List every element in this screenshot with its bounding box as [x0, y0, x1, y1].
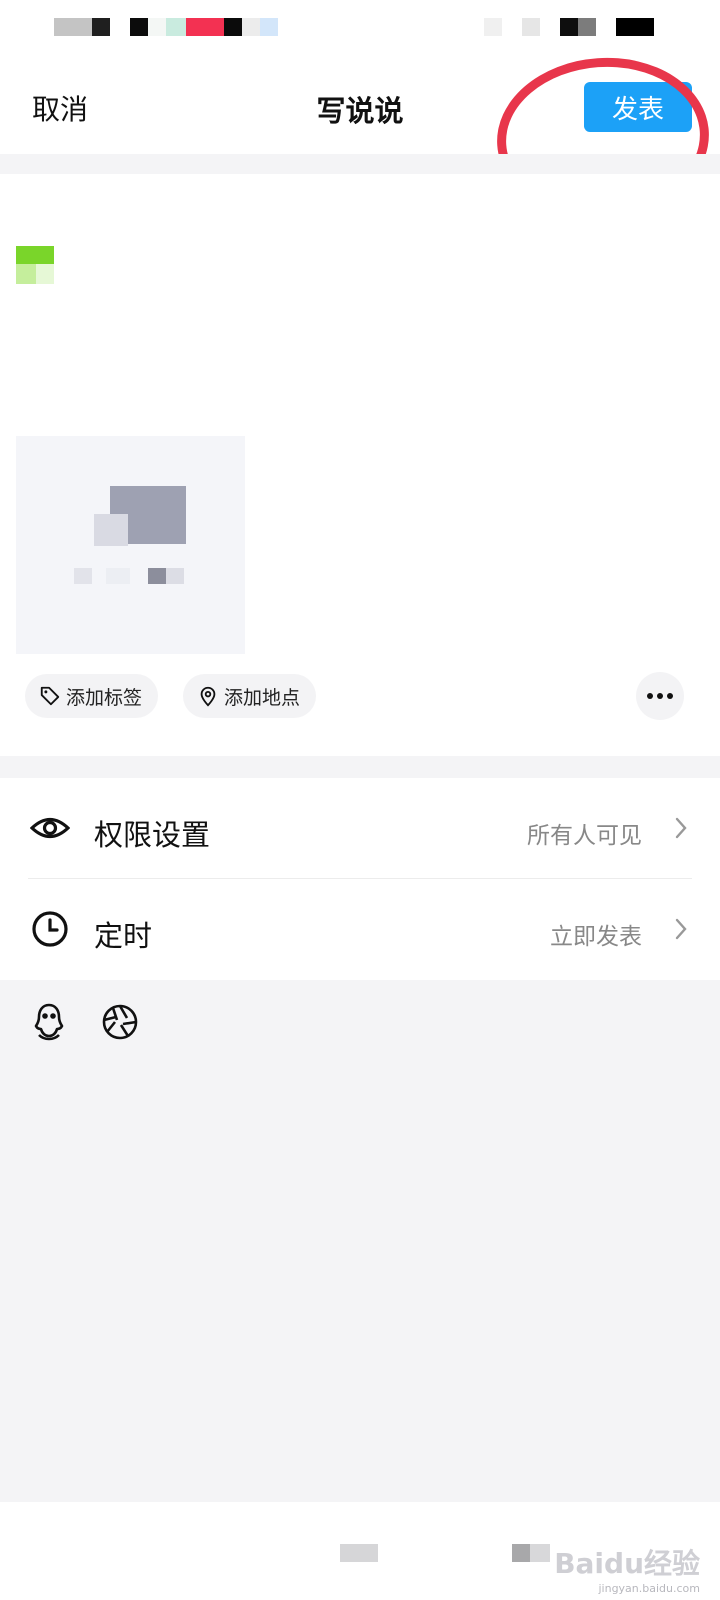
location-pin-icon [200, 686, 216, 707]
chip-label: 添加地点 [224, 686, 301, 709]
permission-label: 权限设置 [94, 818, 211, 852]
status-block [578, 18, 596, 36]
status-block [484, 18, 502, 36]
aperture-icon[interactable] [101, 1002, 139, 1042]
eye-icon [30, 817, 70, 839]
status-block [186, 18, 224, 36]
share-options [0, 980, 720, 1500]
add-location-button[interactable]: 添加地点 [183, 674, 317, 718]
status-block [560, 18, 578, 36]
more-options-button[interactable] [636, 672, 684, 720]
qq-penguin-icon[interactable] [32, 1002, 66, 1042]
settings-list: 权限设置 所有人可见 定时 立即发表 [0, 778, 720, 980]
status-block [616, 18, 654, 36]
status-block [54, 18, 92, 36]
timer-value: 立即发表 [550, 924, 642, 950]
status-block [92, 18, 110, 36]
more-dots-icon [645, 693, 675, 699]
add-tag-button[interactable]: 添加标签 [25, 674, 159, 718]
watermark-url: jingyan.baidu.com [598, 1582, 700, 1595]
timer-label: 定时 [94, 919, 153, 953]
permission-value: 所有人可见 [527, 823, 642, 849]
timer-row[interactable]: 定时 立即发表 [0, 879, 720, 979]
watermark: Baidu经验 [554, 1547, 700, 1580]
chip-label: 添加标签 [66, 686, 143, 709]
bottom-bar: Baidu经验 jingyan.baidu.com [0, 1502, 720, 1600]
status-block [522, 18, 540, 36]
permission-settings-row[interactable]: 权限设置 所有人可见 [0, 778, 720, 878]
tag-icon [40, 686, 60, 706]
chevron-right-icon [675, 817, 687, 839]
status-block [166, 18, 186, 36]
avatar [16, 246, 54, 284]
post-editor[interactable]: 添加标签 添加地点 [0, 174, 720, 756]
status-block [130, 18, 148, 36]
clock-icon [32, 911, 68, 947]
status-block [260, 18, 278, 36]
section-gap [0, 154, 720, 174]
status-block [224, 18, 242, 36]
status-block [242, 18, 260, 36]
status-bar [0, 0, 720, 56]
status-block [148, 18, 166, 36]
chevron-right-icon [675, 918, 687, 940]
attached-media-thumbnail[interactable] [16, 436, 245, 654]
section-gap [0, 756, 720, 778]
